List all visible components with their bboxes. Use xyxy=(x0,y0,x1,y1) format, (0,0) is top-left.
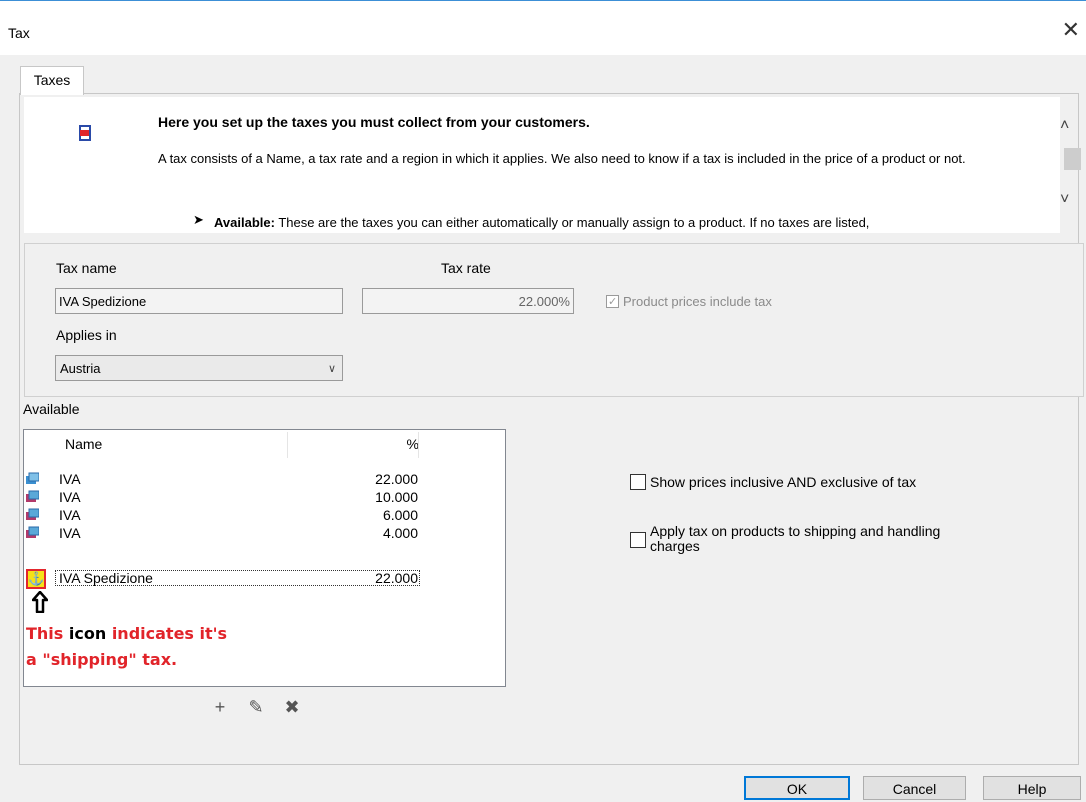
delete-icon[interactable]: ✖ xyxy=(281,697,303,718)
help-description: A tax consists of a Name, a tax rate and… xyxy=(158,151,966,166)
applies-in-value: Austria xyxy=(60,361,101,376)
shipping-tax-icon: ⚓ xyxy=(26,569,46,589)
tax-rate-input[interactable]: 22.000% xyxy=(362,288,574,314)
tax-icon xyxy=(26,508,39,520)
column-divider xyxy=(287,432,288,458)
help-heading: Here you set up the taxes you must colle… xyxy=(158,114,590,130)
scroll-up-icon[interactable]: ˄ xyxy=(1060,117,1069,135)
prices-include-tax-checkbox[interactable]: Product prices include tax xyxy=(606,294,772,309)
column-header-percent[interactable]: % xyxy=(399,430,419,458)
list-item[interactable]: IVA 10.000 xyxy=(24,489,505,506)
tab-taxes[interactable]: Taxes xyxy=(20,66,84,95)
tax-percent: 10.000 xyxy=(375,489,418,505)
annotation-line-2: a "shipping" tax. xyxy=(26,650,178,669)
annotation-part: This xyxy=(26,624,69,643)
help-bullet-bold: Available: xyxy=(214,215,275,230)
chevron-down-icon: ∨ xyxy=(327,363,336,375)
tax-rate-label: Tax rate xyxy=(441,260,491,276)
available-label: Available xyxy=(23,401,80,417)
tax-percent: 6.000 xyxy=(382,507,418,523)
tax-name: IVA xyxy=(59,489,81,505)
list-item-selected[interactable]: ⚓ IVA Spedizione 22.000 xyxy=(24,569,505,589)
ok-button[interactable]: OK xyxy=(744,776,850,800)
tax-name: IVA xyxy=(59,471,81,487)
help-bullet: Available: These are the taxes you can e… xyxy=(214,215,869,230)
tax-default-icon xyxy=(26,472,39,484)
tax-icon xyxy=(26,490,39,502)
tax-name: IVA xyxy=(59,525,81,541)
annotation-line-1: This icon indicates it's xyxy=(26,621,227,647)
tax-icon xyxy=(26,526,39,538)
list-header: Name % xyxy=(24,430,505,458)
list-item[interactable]: IVA 6.000 xyxy=(24,507,505,524)
window-title: Tax xyxy=(8,25,30,41)
tax-name: IVA xyxy=(59,507,81,523)
scroll-down-icon[interactable]: ˅ xyxy=(1060,191,1069,209)
show-prices-label: Show prices inclusive AND exclusive of t… xyxy=(650,474,917,490)
applies-in-select[interactable]: Austria ∨ xyxy=(55,355,343,381)
annotation-text: This icon indicates it's a "shipping" ta… xyxy=(26,621,227,673)
prices-include-tax-label: Product prices include tax xyxy=(623,294,772,309)
tax-name-label: Tax name xyxy=(56,260,117,276)
apply-tax-shipping-option[interactable]: Apply tax on products to shipping and ha… xyxy=(630,524,980,554)
edit-icon[interactable]: ✎ xyxy=(245,697,267,718)
tax-percent: 22.000 xyxy=(375,570,418,586)
list-item[interactable]: IVA 4.000 xyxy=(24,525,505,542)
help-button[interactable]: Help xyxy=(983,776,1081,800)
cancel-button[interactable]: Cancel xyxy=(863,776,966,800)
tax-percent: 22.000 xyxy=(375,471,418,487)
title-bar: Tax ✕ xyxy=(0,1,1086,55)
list-item[interactable]: IVA 22.000 xyxy=(24,471,505,488)
column-divider xyxy=(418,432,419,458)
show-prices-checkbox[interactable] xyxy=(630,474,646,490)
apply-tax-shipping-checkbox[interactable] xyxy=(630,532,646,548)
annotation-emphasis: icon xyxy=(68,624,107,643)
add-icon[interactable]: + xyxy=(209,697,231,718)
applies-in-label: Applies in xyxy=(56,327,117,343)
tax-percent: 4.000 xyxy=(382,525,418,541)
list-toolbar: + ✎ ✖ xyxy=(209,697,303,718)
bullet-arrow-icon: ➤ xyxy=(193,212,204,227)
column-header-name[interactable]: Name xyxy=(65,430,102,458)
annotation-part: indicates it's xyxy=(106,624,228,643)
tax-name-input[interactable]: IVA Spedizione xyxy=(55,288,343,314)
checkbox-box[interactable] xyxy=(606,295,619,308)
show-prices-option[interactable]: Show prices inclusive AND exclusive of t… xyxy=(630,474,916,490)
scrollbar-thumb[interactable] xyxy=(1064,148,1081,170)
annotation-up-arrow-icon xyxy=(32,591,48,613)
apply-tax-shipping-label: Apply tax on products to shipping and ha… xyxy=(650,523,941,554)
tax-name: IVA Spedizione xyxy=(59,570,153,586)
help-bullet-text: These are the taxes you can either autom… xyxy=(274,215,870,230)
help-book-icon xyxy=(79,125,91,141)
close-icon[interactable]: ✕ xyxy=(1062,19,1080,41)
